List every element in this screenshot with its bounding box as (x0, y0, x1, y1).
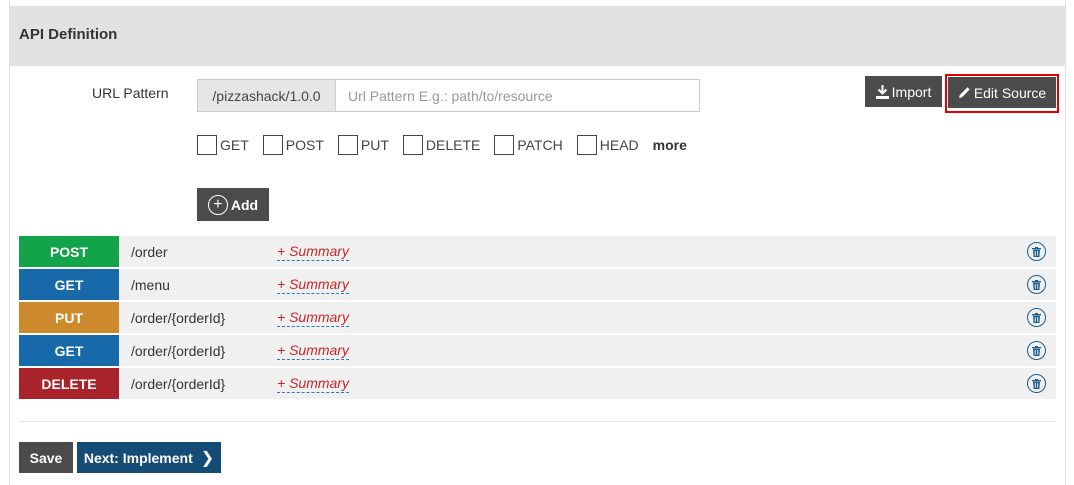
section-header: API Definition (9, 6, 1066, 66)
method-option-post[interactable]: POST (262, 135, 324, 155)
method-option-put[interactable]: PUT (337, 135, 389, 155)
url-pattern-group: /pizzashack/1.0.0 (197, 79, 700, 112)
section-title: API Definition (19, 26, 118, 43)
resource-path: /order (131, 243, 168, 260)
method-option-head[interactable]: HEAD (576, 135, 639, 155)
next-label: Next: Implement (83, 449, 193, 466)
method-checkbox[interactable] (402, 135, 423, 155)
save-button[interactable]: Save (19, 442, 73, 473)
trash-icon[interactable] (1027, 308, 1046, 327)
more-methods-link[interactable]: more (653, 137, 687, 153)
method-badge: PUT (19, 302, 119, 333)
chevron-right-icon: ❯ (200, 449, 215, 467)
divider (19, 421, 1056, 422)
resource-path: /menu (131, 276, 170, 293)
method-badge: DELETE (19, 368, 119, 399)
trash-icon[interactable] (1027, 341, 1046, 360)
trash-icon[interactable] (1027, 242, 1046, 261)
method-label: GET (220, 137, 249, 153)
method-label: HEAD (599, 137, 639, 153)
method-option-get[interactable]: GET (197, 135, 249, 155)
resource-row[interactable]: PUT/order/{orderId} + Summary (19, 302, 1056, 333)
next-implement-button[interactable]: Next: Implement ❯ (77, 442, 221, 473)
method-checkbox[interactable] (576, 135, 597, 155)
url-pattern-label: URL Pattern (92, 85, 169, 101)
add-summary-link[interactable]: + Summary (277, 342, 349, 360)
edit-source-label: Edit Source (973, 84, 1047, 101)
add-resource-button[interactable]: + Add (197, 188, 269, 221)
add-summary-link[interactable]: + Summary (277, 243, 349, 261)
method-checkbox[interactable] (262, 135, 283, 155)
import-label: Import (891, 83, 932, 100)
edit-source-button[interactable]: Edit Source (948, 77, 1056, 108)
method-label: PUT (360, 137, 389, 153)
add-summary-link[interactable]: + Summary (277, 276, 349, 294)
method-badge: POST (19, 236, 119, 267)
resource-path: /order/{orderId} (131, 375, 226, 392)
method-checkbox[interactable] (494, 135, 515, 155)
resource-row[interactable]: DELETE/order/{orderId} + Summary (19, 368, 1056, 399)
method-option-delete[interactable]: DELETE (402, 135, 481, 155)
import-button[interactable]: Import (865, 76, 942, 107)
http-method-checkboxes: GET POST PUT DELETE PATCH HEAD more (197, 135, 687, 155)
trash-icon[interactable] (1027, 374, 1046, 393)
method-badge: GET (19, 269, 119, 300)
method-label: DELETE (425, 137, 481, 153)
resource-path: /order/{orderId} (131, 342, 226, 359)
method-badge: GET (19, 335, 119, 366)
trash-icon[interactable] (1027, 275, 1046, 294)
resource-row[interactable]: GET/order/{orderId} + Summary (19, 335, 1056, 366)
download-icon (875, 84, 889, 99)
resource-row[interactable]: POST/order + Summary (19, 236, 1056, 267)
resource-row[interactable]: GET/menu + Summary (19, 269, 1056, 300)
method-label: PATCH (517, 137, 563, 153)
resource-path: /order/{orderId} (131, 309, 226, 326)
method-option-patch[interactable]: PATCH (494, 135, 563, 155)
pencil-icon (958, 87, 970, 98)
add-circle-icon: + (207, 194, 228, 215)
method-checkbox[interactable] (197, 135, 217, 155)
add-summary-link[interactable]: + Summary (277, 375, 349, 393)
method-label: POST (285, 137, 324, 153)
resource-list: POST/order + Summary GET/menu + Summary PUT /… (19, 236, 1056, 401)
url-pattern-input[interactable] (336, 80, 699, 111)
add-summary-link[interactable]: + Summary (277, 309, 349, 327)
url-prefix: /pizzashack/1.0.0 (198, 80, 336, 111)
add-label: Add (230, 196, 259, 213)
method-checkbox[interactable] (337, 135, 358, 155)
